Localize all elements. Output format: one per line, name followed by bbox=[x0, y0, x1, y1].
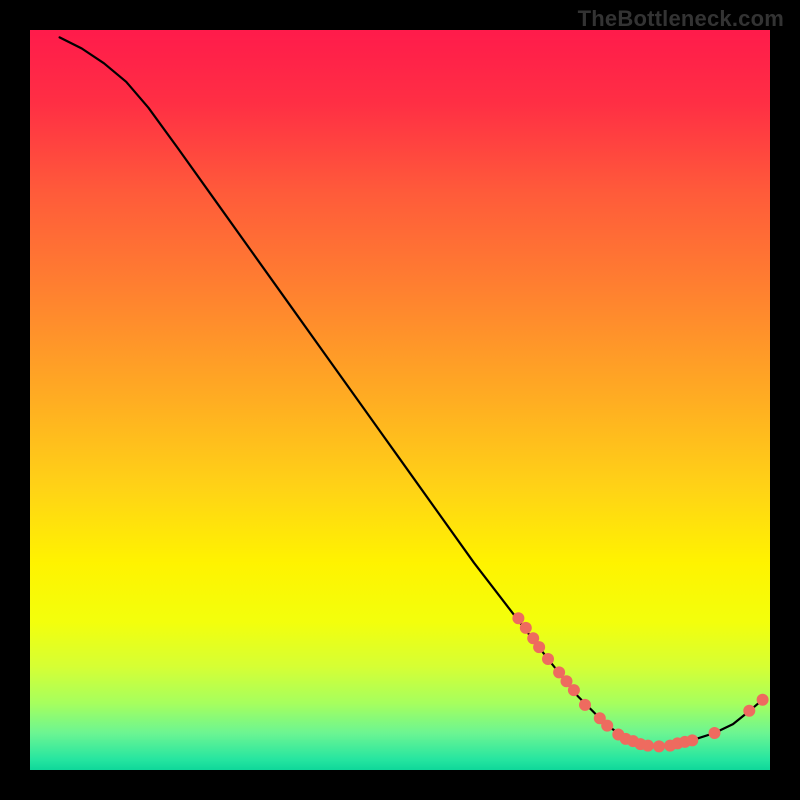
data-point bbox=[757, 694, 769, 706]
data-point bbox=[743, 705, 755, 717]
data-point bbox=[568, 684, 580, 696]
data-point bbox=[686, 734, 698, 746]
data-point bbox=[579, 699, 591, 711]
data-point bbox=[709, 727, 721, 739]
data-point bbox=[520, 622, 532, 634]
data-point bbox=[542, 653, 554, 665]
plot-background bbox=[30, 30, 770, 770]
data-point bbox=[653, 740, 665, 752]
chart-svg bbox=[0, 0, 800, 800]
watermark-text: TheBottleneck.com bbox=[578, 6, 784, 32]
data-point bbox=[512, 612, 524, 624]
data-point bbox=[533, 641, 545, 653]
data-point bbox=[601, 720, 613, 732]
chart-container: TheBottleneck.com bbox=[0, 0, 800, 800]
data-point bbox=[642, 740, 654, 752]
